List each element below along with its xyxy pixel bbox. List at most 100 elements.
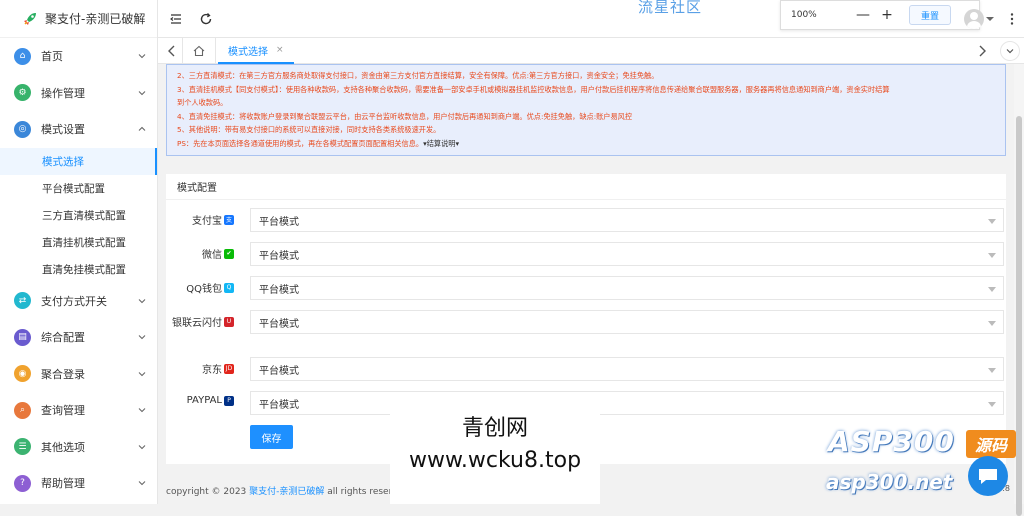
- form-label: 支付宝支: [192, 212, 234, 227]
- select-value: 平台模式: [259, 247, 299, 262]
- home-icon: [193, 45, 205, 57]
- avatar[interactable]: [964, 9, 984, 29]
- notice-line: 5、其他说明：带有易支付接口的系统可以直接对接，同时支持各类系统极速开发。: [177, 123, 995, 137]
- chevron-down-icon: [137, 405, 147, 415]
- mode-select[interactable]: 平台模式: [250, 310, 1004, 334]
- top-bar: 流星社区 100% — + 重置: [158, 0, 1024, 38]
- sidebar-item[interactable]: ▤综合配置: [0, 319, 157, 356]
- sidebar-item-label: 其他选项: [41, 439, 85, 455]
- settlement-toggle[interactable]: ▾结算说明▾: [423, 139, 459, 148]
- chevron-down-icon: [137, 88, 147, 98]
- watermark-text: 青创网: [390, 410, 600, 442]
- select-value: 平台模式: [259, 396, 299, 411]
- form-label: 京东JD: [202, 361, 234, 376]
- asp-watermark-logo: ASP300: [828, 425, 955, 458]
- chevron-down-icon: [137, 442, 147, 452]
- form-label-text: 银联云闪付: [172, 314, 222, 329]
- mode-select[interactable]: 平台模式: [250, 391, 1004, 415]
- form-label-text: QQ钱包: [186, 280, 222, 295]
- mode-select[interactable]: 平台模式: [250, 357, 1004, 381]
- menu-item-icon: ⇄: [14, 292, 31, 309]
- sidebar-item[interactable]: ⌕ 查询管理: [0, 392, 157, 429]
- form-label: PAYPALP: [187, 395, 234, 406]
- chat-icon: [977, 466, 999, 486]
- sidebar-item-label: 帮助管理: [41, 475, 85, 491]
- form-row: 支付宝支 平台模式: [166, 208, 1006, 232]
- notice-box: 2、三方直清模式：在第三方官方服务商处取得支付接口，资金由第三方支付官方直接结算…: [166, 64, 1006, 156]
- unionpay-icon: U: [224, 317, 234, 327]
- sidebar-subitem[interactable]: 直清免挂模式配置: [0, 256, 157, 283]
- chevron-down-icon: [137, 369, 147, 379]
- mode-select[interactable]: 平台模式: [250, 208, 1004, 232]
- save-button[interactable]: 保存: [250, 425, 293, 449]
- sidebar-item-label: 操作管理: [41, 85, 85, 101]
- mode-select[interactable]: 平台模式: [250, 276, 1004, 300]
- notice-line: 4、直清免挂模式：将收款账户登录到聚合联盟云平台，由云平台监听收款信息，用户付款…: [177, 110, 995, 124]
- zoom-out-button[interactable]: —: [851, 7, 875, 23]
- footer-copyright: copyright © 2023: [166, 487, 249, 497]
- sidebar-item-label: 首页: [41, 48, 63, 64]
- menu-item-icon: ?: [14, 475, 31, 492]
- sidebar-item[interactable]: ⌂首页: [0, 38, 157, 75]
- footer: copyright © 2023 聚支付-亲测已破解 all rights re…: [166, 484, 412, 497]
- app-logo[interactable]: 聚支付-亲测已破解: [0, 0, 157, 38]
- tab-label: 模式选择: [228, 43, 268, 58]
- app-title: 聚支付-亲测已破解: [45, 10, 145, 27]
- tab-close-icon[interactable]: ×: [276, 45, 284, 55]
- sidebar-item[interactable]: ⚙ 操作管理: [0, 75, 157, 112]
- sidebar-item[interactable]: ◎模式设置: [0, 111, 157, 148]
- sidebar-item[interactable]: ◉聚合登录: [0, 356, 157, 393]
- form-label: 银联云闪付U: [172, 314, 234, 329]
- rocket-icon: [22, 11, 38, 27]
- paypal-icon: P: [224, 396, 234, 406]
- chevron-down-icon: [137, 478, 147, 488]
- home-tab[interactable]: [182, 38, 216, 64]
- select-arrow-icon: [988, 253, 996, 258]
- sidebar-subitem[interactable]: 三方直清模式配置: [0, 202, 157, 229]
- select-arrow-icon: [988, 402, 996, 407]
- menu-fold-icon[interactable]: [168, 11, 184, 27]
- zoom-reset-button[interactable]: 重置: [909, 5, 951, 25]
- menu-item-icon: ⌕: [14, 402, 31, 419]
- wechat-icon: ✔: [224, 249, 234, 259]
- mode-select[interactable]: 平台模式: [250, 242, 1004, 266]
- select-value: 平台模式: [259, 315, 299, 330]
- notice-ps: PS：先在本页面选择各通道使用的模式，再在各模式配置页面配置相关信息。: [177, 139, 423, 148]
- sidebar-item-label: 支付方式开关: [41, 293, 107, 309]
- tab-options-button[interactable]: [1000, 41, 1020, 61]
- zoom-value: 100%: [791, 10, 851, 20]
- footer-link[interactable]: 聚支付-亲测已破解: [249, 487, 324, 497]
- sidebar-item[interactable]: ⇄ 支付方式开关: [0, 283, 157, 320]
- form-label: QQ钱包Q: [186, 280, 234, 295]
- tab-next-icon[interactable]: [976, 44, 988, 58]
- chevron-down-icon: [137, 332, 147, 342]
- form-row: 京东JD 平台模式: [166, 357, 1006, 381]
- caret-down-icon[interactable]: [986, 15, 994, 23]
- sidebar-subitem[interactable]: 模式选择: [0, 148, 157, 175]
- tab-prev-icon[interactable]: [166, 44, 178, 58]
- watermark-box: 青创网 www.wcku8.top: [390, 400, 600, 504]
- alipay-icon: 支: [224, 215, 234, 225]
- sidebar-item-label: 查询管理: [41, 402, 85, 418]
- select-arrow-icon: [988, 368, 996, 373]
- tab-mode-select[interactable]: 模式选择 ×: [218, 38, 294, 64]
- chat-button[interactable]: [968, 456, 1008, 496]
- select-arrow-icon: [988, 321, 996, 326]
- more-vertical-icon[interactable]: [1004, 11, 1020, 27]
- refresh-icon[interactable]: [198, 11, 214, 27]
- scrollbar-thumb[interactable]: [1016, 116, 1022, 516]
- asp-watermark-tag: 源码: [966, 430, 1016, 458]
- zoom-in-button[interactable]: +: [875, 7, 899, 23]
- watermark-url: www.wcku8.top: [390, 448, 600, 473]
- notice-line: 到个人收款码。: [177, 96, 995, 110]
- sidebar-item[interactable]: ☰其他选项: [0, 429, 157, 466]
- sidebar-menu: ⌂首页 ⚙ 操作管理 ◎模式设置模式选择平台模式配置三方直清模式配置直清挂机模式配置直…: [0, 38, 157, 502]
- menu-item-icon: ⚙: [14, 84, 31, 101]
- chevron-down-icon: [1005, 46, 1015, 56]
- select-value: 平台模式: [259, 281, 299, 296]
- sidebar-subitem[interactable]: 平台模式配置: [0, 175, 157, 202]
- sidebar-subitem[interactable]: 直清挂机模式配置: [0, 229, 157, 256]
- form-row: QQ钱包Q 平台模式: [166, 276, 1006, 300]
- form-row: 银联云闪付U 平台模式: [166, 310, 1006, 334]
- sidebar-item[interactable]: ? 帮助管理: [0, 465, 157, 502]
